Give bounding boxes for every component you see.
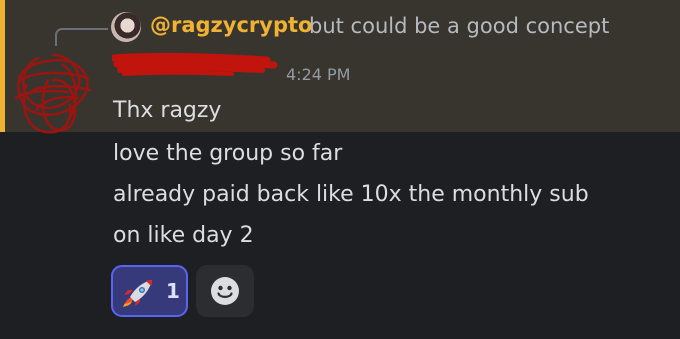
mention-highlight-bar [0, 0, 5, 132]
message-timestamp[interactable]: 4:24 PM [286, 65, 350, 84]
rocket-icon [123, 280, 152, 307]
reaction-rocket-button[interactable]: 1 [111, 265, 188, 317]
message-line: Thx ragzy [113, 98, 222, 123]
message-line: love the group so far [113, 141, 343, 166]
reaction-count: 1 [166, 279, 180, 303]
author-name-redaction-scribble [112, 52, 278, 76]
message-line: on like day 2 [113, 223, 254, 248]
smiley-icon [211, 277, 239, 305]
add-reaction-button[interactable] [196, 265, 254, 317]
reply-snippet[interactable]: but could be a good concept [309, 14, 609, 38]
reply-avatar[interactable] [111, 12, 141, 42]
avatar-redaction-scribble [14, 53, 92, 134]
reply-spine [55, 28, 108, 46]
reply-username[interactable]: @ragzycrypto [150, 13, 312, 37]
message-line: already paid back like 10x the monthly s… [113, 182, 589, 207]
